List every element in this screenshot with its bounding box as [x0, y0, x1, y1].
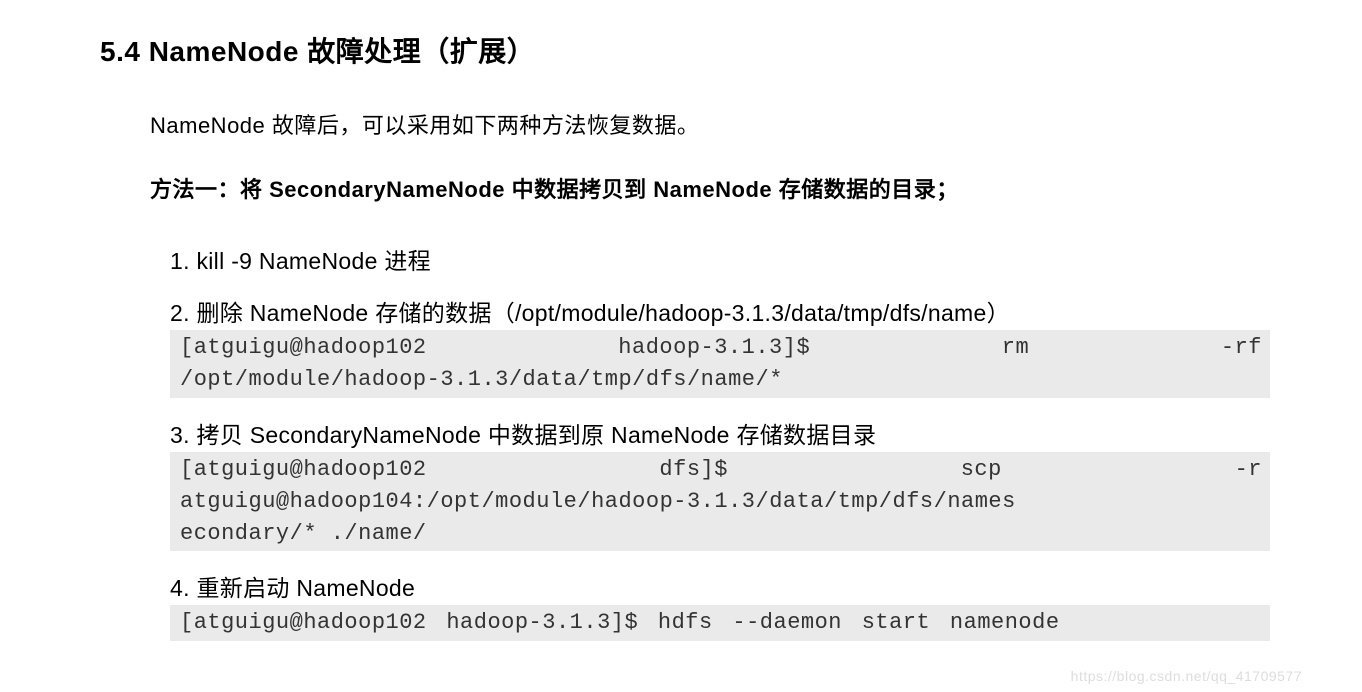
- code-line: [atguigu@hadoop102 hadoop-3.1.3]$ rm -rf: [180, 332, 1262, 364]
- step-3-code: [atguigu@hadoop102 dfs]$ scp -r atguigu@…: [170, 452, 1270, 552]
- step-2-title: 2. 删除 NameNode 存储的数据（/opt/module/hadoop-…: [170, 294, 1267, 328]
- code-line: [atguigu@hadoop102 dfs]$ scp -r: [180, 454, 1262, 486]
- code-line: econdary/* ./name/: [180, 518, 1262, 550]
- section-heading: 5.4 NameNode 故障处理（扩展）: [100, 30, 1267, 70]
- step-3-title: 3. 拷贝 SecondaryNameNode 中数据到原 NameNode 存…: [170, 416, 1267, 450]
- code-line: [atguigu@hadoop102 hadoop-3.1.3]$ hdfs -…: [180, 607, 1262, 639]
- step-1: 1. kill -9 NameNode 进程: [170, 242, 1267, 276]
- method-one-title: 方法一：将 SecondaryNameNode 中数据拷贝到 NameNode …: [150, 172, 1267, 204]
- steps-container: 1. kill -9 NameNode 进程 2. 删除 NameNode 存储…: [170, 242, 1267, 641]
- step-1-title: 1. kill -9 NameNode 进程: [170, 242, 1267, 276]
- step-4-title: 4. 重新启动 NameNode: [170, 569, 1267, 603]
- code-line: atguigu@hadoop104:/opt/module/hadoop-3.1…: [180, 486, 1262, 518]
- step-4-code: [atguigu@hadoop102 hadoop-3.1.3]$ hdfs -…: [170, 605, 1270, 641]
- step-3: 3. 拷贝 SecondaryNameNode 中数据到原 NameNode 存…: [170, 416, 1267, 552]
- code-line: /opt/module/hadoop-3.1.3/data/tmp/dfs/na…: [180, 364, 1262, 396]
- watermark-text: https://blog.csdn.net/qq_41709577: [1071, 668, 1302, 684]
- step-4: 4. 重新启动 NameNode [atguigu@hadoop102 hado…: [170, 569, 1267, 641]
- step-2-code: [atguigu@hadoop102 hadoop-3.1.3]$ rm -rf…: [170, 330, 1270, 398]
- intro-paragraph: NameNode 故障后，可以采用如下两种方法恢复数据。: [150, 108, 1267, 140]
- step-2: 2. 删除 NameNode 存储的数据（/opt/module/hadoop-…: [170, 294, 1267, 398]
